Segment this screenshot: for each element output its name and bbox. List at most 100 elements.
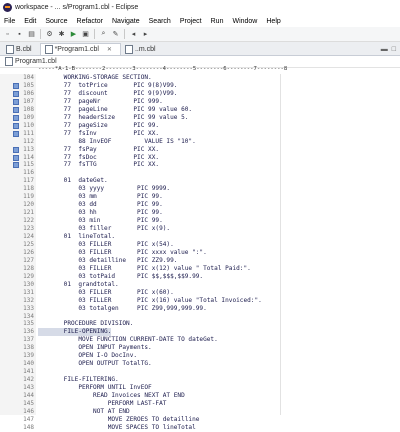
code-text[interactable]: 03 filler PIC x(9). bbox=[38, 225, 170, 233]
code-line[interactable]: 134 bbox=[0, 313, 400, 321]
code-line[interactable]: 114 77 fsDoc PIC XX. bbox=[0, 154, 400, 162]
search-icon[interactable]: ⌕ bbox=[98, 29, 109, 40]
code-line[interactable]: 104 WORKING-STORAGE SECTION. bbox=[0, 74, 400, 82]
code-text[interactable]: PERFORM UNTIL InvEOF bbox=[38, 384, 151, 392]
code-text[interactable]: 01 lineTotal. bbox=[38, 233, 115, 241]
code-text[interactable]: 77 headerSize PIC 99 value 5. bbox=[38, 114, 189, 122]
code-text[interactable]: 77 fsTTG PIC XX. bbox=[38, 161, 159, 169]
occurrence-marker-icon[interactable] bbox=[13, 106, 19, 113]
code-text[interactable]: 03 totalgen PIC Z99,999,999.99. bbox=[38, 305, 206, 313]
occurrence-marker-icon[interactable] bbox=[13, 82, 19, 89]
menu-project[interactable]: Project bbox=[180, 18, 202, 25]
maximize-icon[interactable]: □ bbox=[392, 46, 396, 53]
code-line[interactable]: 118 03 yyyy PIC 9999. bbox=[0, 185, 400, 193]
code-line[interactable]: 143 PERFORM UNTIL InvEOF bbox=[0, 384, 400, 392]
code-line[interactable]: 115 77 fsTTG PIC XX. bbox=[0, 161, 400, 169]
code-text[interactable]: OPEN I-O DocInv. bbox=[38, 352, 137, 360]
code-text[interactable]: 03 FILLER PIC x(12) value " Total Paid:"… bbox=[38, 265, 250, 273]
code-line[interactable]: 120 03 dd PIC 99. bbox=[0, 201, 400, 209]
code-text[interactable]: 03 dd PIC 99. bbox=[38, 201, 162, 209]
menu-help[interactable]: Help bbox=[266, 18, 280, 25]
code-line[interactable]: 111 77 fsInv PIC XX. bbox=[0, 130, 400, 138]
code-line[interactable]: 130 01 grandtotal. bbox=[0, 281, 400, 289]
code-text[interactable]: 03 FILLER PIC xxxx value ":". bbox=[38, 249, 206, 257]
code-text[interactable]: 03 FILLER PIC x(60). bbox=[38, 289, 173, 297]
code-text[interactable]: PROCEDURE DIVISION. bbox=[38, 320, 134, 328]
code-text[interactable]: 77 pageSize PIC 99. bbox=[38, 122, 159, 130]
code-text[interactable]: OPEN OUTPUT TotalTG. bbox=[38, 360, 151, 368]
forward-icon[interactable]: ▸ bbox=[140, 29, 151, 40]
code-text[interactable]: 01 dateGet. bbox=[38, 177, 108, 185]
code-line[interactable]: 124 01 lineTotal. bbox=[0, 233, 400, 241]
close-icon[interactable]: ✕ bbox=[107, 46, 112, 53]
code-text[interactable]: FILE-OPENING. bbox=[38, 328, 112, 337]
code-line[interactable]: 133 03 totalgen PIC Z99,999,999.99. bbox=[0, 305, 400, 313]
code-line[interactable]: 148 MOVE SPACES TO lineTotal bbox=[0, 424, 400, 432]
code-text[interactable]: OPEN INPUT Payments. bbox=[38, 344, 151, 352]
code-text[interactable]: 03 FILLER PIC x(16) value "Total Invoice… bbox=[38, 297, 261, 305]
external-tools-icon[interactable]: ▣ bbox=[80, 29, 91, 40]
menu-source[interactable]: Source bbox=[45, 18, 67, 25]
code-text[interactable]: 01 grandtotal. bbox=[38, 281, 119, 289]
menu-navigate[interactable]: Navigate bbox=[112, 18, 140, 25]
code-text[interactable]: MOVE ZEROES TO detailline bbox=[38, 416, 200, 424]
code-text[interactable]: 03 detailline PIC ZZ9.99. bbox=[38, 257, 177, 265]
occurrence-marker-icon[interactable] bbox=[13, 162, 19, 169]
tab-b-cbl[interactable]: B.cbl bbox=[2, 44, 40, 55]
code-text[interactable]: MOVE FUNCTION CURRENT-DATE TO dateGet. bbox=[38, 336, 217, 344]
code-line[interactable]: 139 OPEN I-O DocInv. bbox=[0, 352, 400, 360]
menu-search[interactable]: Search bbox=[149, 18, 171, 25]
code-text[interactable]: WORKING-STORAGE SECTION. bbox=[38, 74, 152, 82]
code-text[interactable]: 77 fsInv PIC XX. bbox=[38, 130, 159, 138]
code-text[interactable]: 88 InvEOF VALUE IS "10". bbox=[38, 138, 195, 146]
code-text[interactable]: 77 totPrice PIC 9(8)V99. bbox=[38, 82, 178, 90]
build-icon[interactable]: ⚙ bbox=[44, 29, 55, 40]
code-text[interactable]: PERFORM LAST-FAT bbox=[38, 400, 167, 408]
code-text[interactable]: 77 discount PIC 9(9)V99. bbox=[38, 90, 178, 98]
code-text[interactable]: 77 fsPay PIC XX. bbox=[38, 146, 159, 154]
tab-program1-cbl[interactable]: *Program1.cbl ✕ bbox=[39, 43, 121, 55]
menu-file[interactable]: File bbox=[4, 18, 15, 25]
menu-run[interactable]: Run bbox=[211, 18, 224, 25]
code-line[interactable]: 142 FILE-FILTERING. bbox=[0, 376, 400, 384]
code-line[interactable]: 112 88 InvEOF VALUE IS "10". bbox=[0, 138, 400, 146]
code-line[interactable]: 128 03 FILLER PIC x(12) value " Total Pa… bbox=[0, 265, 400, 273]
print-icon[interactable]: ▤ bbox=[26, 29, 37, 40]
code-line[interactable]: 122 03 min PIC 99. bbox=[0, 217, 400, 225]
code-text[interactable]: FILE-FILTERING. bbox=[38, 376, 119, 384]
occurrence-marker-icon[interactable] bbox=[13, 90, 19, 97]
code-line[interactable]: 110 77 pageSize PIC 99. bbox=[0, 122, 400, 130]
code-line[interactable]: 144 READ Invoices NEXT AT END bbox=[0, 392, 400, 400]
code-text[interactable]: 03 min PIC 99. bbox=[38, 217, 162, 225]
tab-m-cbl[interactable]: ..m.cbl bbox=[121, 44, 164, 55]
occurrence-marker-icon[interactable] bbox=[13, 130, 19, 137]
code-line[interactable]: 106 77 discount PIC 9(9)V99. bbox=[0, 90, 400, 98]
code-line[interactable]: 108 77 pageLine PIC 99 value 60. bbox=[0, 106, 400, 114]
occurrence-marker-icon[interactable] bbox=[13, 114, 19, 121]
menu-refactor[interactable]: Refactor bbox=[77, 18, 103, 25]
code-line[interactable]: 141 bbox=[0, 368, 400, 376]
code-text[interactable]: 77 pageLine PIC 99 value 60. bbox=[38, 106, 192, 114]
code-editor[interactable]: -----*A-1-B--------2--------3--------4--… bbox=[0, 66, 400, 431]
new-icon[interactable]: ▫ bbox=[2, 29, 13, 40]
code-line[interactable]: 116 bbox=[0, 169, 400, 177]
occurrence-marker-icon[interactable] bbox=[13, 122, 19, 129]
code-line[interactable]: 147 MOVE ZEROES TO detailline bbox=[0, 416, 400, 424]
code-line[interactable]: 127 03 detailline PIC ZZ9.99. bbox=[0, 257, 400, 265]
run-icon[interactable]: ▶ bbox=[68, 29, 79, 40]
back-icon[interactable]: ◂ bbox=[128, 29, 139, 40]
code-line[interactable]: 107 77 pageNr PIC 999. bbox=[0, 98, 400, 106]
code-line[interactable]: 123 03 filler PIC x(9). bbox=[0, 225, 400, 233]
menu-edit[interactable]: Edit bbox=[24, 18, 36, 25]
menu-window[interactable]: Window bbox=[232, 18, 257, 25]
code-text[interactable]: READ Invoices NEXT AT END bbox=[38, 392, 185, 400]
code-line[interactable]: 105 77 totPrice PIC 9(8)V99. bbox=[0, 82, 400, 90]
code-text[interactable]: 03 hh PIC 99. bbox=[38, 209, 162, 217]
code-line[interactable]: 109 77 headerSize PIC 99 value 5. bbox=[0, 114, 400, 122]
code-text[interactable]: MOVE SPACES TO lineTotal bbox=[38, 424, 196, 432]
code-line[interactable]: 136 FILE-OPENING. bbox=[0, 328, 400, 337]
code-line[interactable]: 145 PERFORM LAST-FAT bbox=[0, 400, 400, 408]
occurrence-marker-icon[interactable] bbox=[13, 146, 19, 153]
code-line[interactable]: 129 03 totPaid PIC $$,$$$,$$9.99. bbox=[0, 273, 400, 281]
code-text[interactable]: 77 pageNr PIC 999. bbox=[38, 98, 163, 106]
